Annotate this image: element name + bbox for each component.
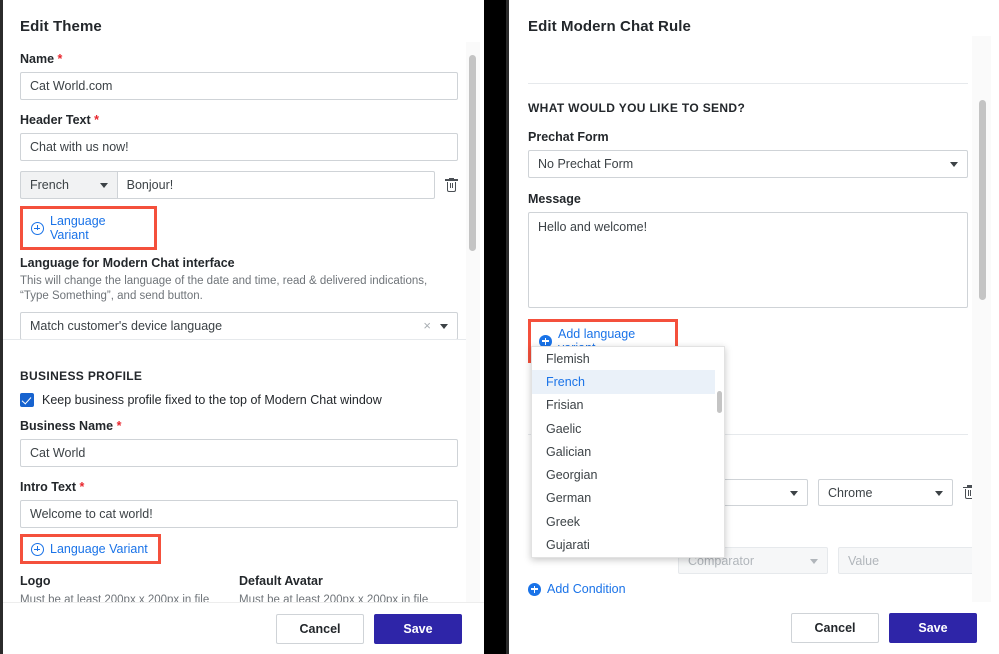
business-profile-fixed-label: Keep business profile fixed to the top o… bbox=[42, 393, 382, 407]
dropdown-option[interactable]: Gaelic bbox=[532, 417, 724, 440]
prechat-form-value: No Prechat Form bbox=[538, 157, 634, 171]
intro-text-required-star: * bbox=[79, 480, 85, 494]
cancel-button[interactable]: Cancel bbox=[791, 613, 879, 643]
dropdown-option[interactable]: Georgian bbox=[532, 463, 724, 486]
edit-chat-rule-footer: Cancel Save bbox=[509, 602, 999, 654]
business-profile-fixed-checkbox-row[interactable]: Keep business profile fixed to the top o… bbox=[20, 393, 458, 407]
header-text-label: Header Text * bbox=[20, 113, 458, 127]
dropdown-option[interactable]: Flemish bbox=[532, 347, 724, 370]
edit-chat-rule-body: Edit Modern Chat Rule WHAT WOULD YOU LIK… bbox=[506, 0, 999, 363]
business-profile-section: BUSINESS PROFILE Keep business profile f… bbox=[3, 356, 484, 608]
add-condition-label: Add Condition bbox=[547, 582, 626, 596]
default-avatar-label: Default Avatar bbox=[239, 574, 323, 588]
variant-language-value: French bbox=[30, 178, 69, 192]
header-add-language-variant-highlight: Language Variant bbox=[20, 206, 157, 250]
edit-theme-title: Edit Theme bbox=[20, 18, 102, 35]
business-name-label: Business Name * bbox=[20, 419, 458, 433]
checkbox-checked-icon[interactable] bbox=[20, 393, 34, 407]
name-label-text: Name bbox=[20, 52, 55, 66]
edit-chat-rule-title: Edit Modern Chat Rule bbox=[528, 18, 691, 35]
value-input[interactable]: Value bbox=[838, 547, 988, 574]
business-name-required-star: * bbox=[116, 419, 122, 433]
logo-label: Logo bbox=[20, 574, 51, 588]
dropdown-option[interactable]: Galician bbox=[532, 440, 724, 463]
edit-theme-body: Edit Theme Name * Header Text * French bbox=[3, 0, 484, 356]
prechat-form-label: Prechat Form bbox=[528, 130, 609, 144]
plus-circle-icon bbox=[31, 542, 44, 556]
dropdown-option[interactable]: Frisian bbox=[532, 394, 724, 417]
right-panel-scrollbar-thumb[interactable] bbox=[979, 100, 986, 300]
dropdown-option-list: Flemish French Frisian Gaelic Galician Georgi… bbox=[532, 347, 724, 557]
prechat-form-select[interactable]: No Prechat Form bbox=[528, 150, 968, 178]
chevron-down-icon bbox=[99, 183, 108, 188]
edit-theme-footer: Cancel Save bbox=[3, 602, 484, 654]
business-name-label-text: Business Name bbox=[20, 419, 114, 433]
variant-language-select[interactable]: French bbox=[20, 171, 117, 199]
value-placeholder: Value bbox=[848, 553, 880, 568]
plus-circle-icon bbox=[31, 221, 44, 235]
dropdown-option[interactable]: Greek bbox=[532, 510, 724, 533]
intro-text-label: Intro Text * bbox=[20, 480, 458, 494]
language-variant-dropdown[interactable]: Flemish French Frisian Gaelic Galician Georgi… bbox=[531, 346, 725, 558]
dropdown-scrollbar-track[interactable] bbox=[715, 347, 724, 557]
chevron-down-icon bbox=[790, 490, 798, 496]
dropdown-scrollbar-thumb[interactable] bbox=[717, 391, 722, 413]
message-label: Message bbox=[528, 192, 581, 206]
business-profile-title: BUSINESS PROFILE bbox=[20, 369, 143, 383]
name-label: Name * bbox=[20, 52, 458, 66]
chevron-down-icon bbox=[950, 162, 958, 167]
intro-add-language-variant-label: Language Variant bbox=[50, 542, 148, 556]
chevron-down-icon bbox=[935, 490, 943, 496]
cancel-button[interactable]: Cancel bbox=[276, 613, 364, 644]
edit-theme-panel: Edit Theme Name * Header Text * French bbox=[0, 0, 484, 654]
intro-add-language-variant-link[interactable]: Language Variant bbox=[31, 542, 148, 556]
dropdown-option[interactable]: French bbox=[532, 370, 724, 394]
send-section-title: WHAT WOULD YOU LIKE TO SEND? bbox=[528, 101, 746, 115]
variant-text-input[interactable] bbox=[116, 171, 436, 199]
intro-text-label-text: Intro Text bbox=[20, 480, 77, 494]
language-interface-select[interactable]: Match customer's device language × bbox=[20, 312, 458, 340]
plus-circle-filled-icon bbox=[528, 582, 541, 596]
header-add-language-variant-link[interactable]: Language Variant bbox=[31, 214, 144, 242]
condition-browser-select[interactable]: Chrome bbox=[818, 479, 953, 506]
section-divider bbox=[3, 339, 469, 340]
name-input[interactable] bbox=[20, 72, 458, 100]
language-interface-value: Match customer's device language bbox=[30, 319, 223, 333]
header-text-required-star: * bbox=[94, 113, 99, 127]
add-condition-link[interactable]: Add Condition bbox=[528, 582, 626, 596]
clear-icon[interactable]: × bbox=[423, 319, 431, 333]
chevron-down-icon bbox=[440, 324, 448, 329]
chevron-down-icon bbox=[810, 558, 818, 564]
save-button[interactable]: Save bbox=[889, 613, 977, 643]
message-textarea[interactable]: Hello and welcome! bbox=[528, 212, 968, 308]
trash-icon[interactable] bbox=[445, 177, 459, 193]
business-name-input[interactable] bbox=[20, 439, 458, 467]
language-interface-hint: This will change the language of the dat… bbox=[20, 275, 428, 302]
name-required-star: * bbox=[57, 52, 63, 66]
condition-browser-value: Chrome bbox=[828, 485, 873, 500]
left-panel-scrollbar-thumb[interactable] bbox=[469, 55, 476, 251]
header-text-label-text: Header Text bbox=[20, 113, 91, 127]
header-language-variant-row: French bbox=[20, 171, 459, 199]
panel-divider bbox=[484, 0, 506, 654]
header-add-language-variant-label: Language Variant bbox=[50, 214, 106, 242]
screenshot-root: Edit Theme Name * Header Text * French bbox=[0, 0, 999, 654]
language-interface-label: Language for Modern Chat interface bbox=[20, 256, 235, 270]
dropdown-option[interactable]: German bbox=[532, 487, 724, 510]
dropdown-option[interactable]: Gujarati bbox=[532, 533, 724, 556]
intro-text-input[interactable] bbox=[20, 500, 458, 528]
save-button[interactable]: Save bbox=[374, 613, 462, 644]
header-text-input[interactable] bbox=[20, 133, 458, 161]
intro-add-language-variant-highlight: Language Variant bbox=[20, 534, 161, 564]
